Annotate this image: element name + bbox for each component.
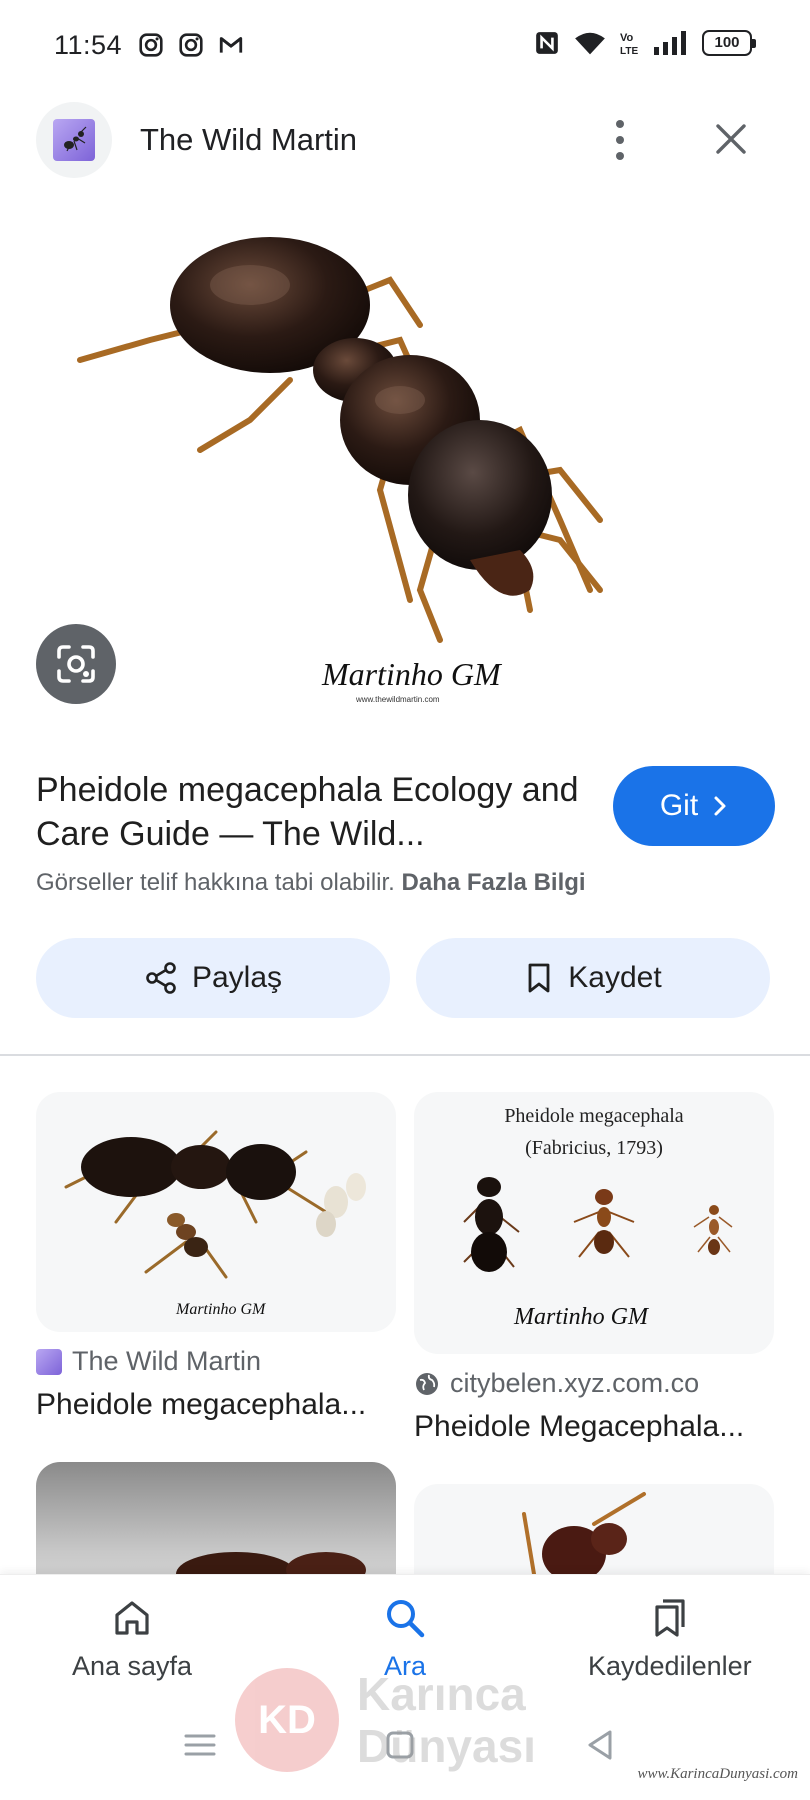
more-icon-dot <box>616 120 624 128</box>
more-options-button[interactable] <box>604 114 636 166</box>
nav-home-label: Ana sayfa <box>72 1651 193 1681</box>
hero-signature: Martinho GM <box>321 656 503 692</box>
divider <box>0 1054 810 1056</box>
home-icon <box>115 1601 149 1635</box>
svg-text:Vo: Vo <box>620 32 634 44</box>
result-source-name: The Wild Martin <box>72 1346 262 1376</box>
instagram-icon <box>139 33 163 57</box>
nav-search-label: Ara <box>383 1651 427 1681</box>
copyright-text: Görseller telif hakkına tabi olabilir. <box>36 869 395 896</box>
status-bar: 11:54 Vo LTE 100 <box>0 0 810 92</box>
status-app-icons <box>138 32 244 58</box>
more-icon-dot <box>616 152 624 160</box>
ant-icon <box>64 126 87 152</box>
globe-icon <box>416 1372 438 1395</box>
battery-icon: 100 <box>702 30 756 56</box>
google-lens-button[interactable] <box>36 624 116 704</box>
thumb-title-line1: Pheidole megacephala <box>504 1105 683 1127</box>
result-source[interactable]: The Wild Martin <box>36 1346 261 1377</box>
thumb-signature: Martinho GM <box>175 1301 267 1318</box>
result-caption[interactable]: Pheidole megacephala... <box>36 1388 396 1422</box>
home-system-icon[interactable] <box>380 1725 420 1765</box>
related-image-thumb[interactable]: Pheidole megacephala (Fabricius, 1793) M… <box>414 1092 774 1354</box>
go-button[interactable]: Git <box>613 766 775 846</box>
thumb-title-line2: (Fabricius, 1793) <box>525 1137 663 1159</box>
nav-saved[interactable]: Kaydedilenler <box>588 1595 752 1682</box>
related-image-thumb[interactable]: Martinho GM <box>36 1092 396 1332</box>
save-label: Kaydet <box>568 961 662 994</box>
recent-apps-icon[interactable] <box>180 1725 220 1765</box>
ant-photo: Martinho GM www.thewildmartin.com <box>77 237 603 704</box>
bookmark-icon <box>528 963 550 993</box>
result-source[interactable]: citybelen.xyz.com.co <box>414 1368 699 1399</box>
nav-saved-label: Kaydedilenler <box>588 1651 752 1681</box>
share-button[interactable]: Paylaş <box>36 938 390 1018</box>
wifi-icon <box>575 32 605 55</box>
saved-collections-icon <box>655 1599 685 1637</box>
result-caption[interactable]: Pheidole Megacephala... <box>414 1410 774 1444</box>
nfc-icon <box>536 32 558 54</box>
status-time: 11:54 <box>54 30 123 60</box>
status-system-icons: Vo LTE 100 <box>534 30 756 56</box>
share-icon <box>146 962 176 994</box>
thumb-signature: Martinho GM <box>513 1304 650 1330</box>
go-button-label: Git <box>659 789 699 822</box>
result-title[interactable]: Pheidole megacephala Ecology and Care Gu… <box>36 768 596 856</box>
save-button[interactable]: Kaydet <box>416 938 770 1018</box>
site-avatar[interactable] <box>36 102 112 178</box>
copyright-notice: Görseller telif hakkına tabi olabilir. D… <box>36 869 586 897</box>
site-favicon <box>36 1348 62 1375</box>
hero-image[interactable]: Martinho GM www.thewildmartin.com <box>0 190 810 730</box>
more-icon-dot <box>616 136 624 144</box>
search-icon <box>387 1600 425 1638</box>
share-label: Paylaş <box>191 961 283 994</box>
close-button[interactable] <box>706 114 756 164</box>
site-header: The Wild Martin <box>0 100 810 184</box>
result-source-name: citybelen.xyz.com.co <box>450 1368 700 1398</box>
gmail-icon <box>219 37 243 53</box>
hero-signature-url: www.thewildmartin.com <box>355 695 440 704</box>
ant-castes-photo: Pheidole megacephala (Fabricius, 1793) M… <box>463 1105 733 1330</box>
more-info-link[interactable]: Daha Fazla Bilgi <box>402 869 586 896</box>
ant-colony-photo: Martinho GM <box>64 1130 366 1318</box>
volte-icon: Vo LTE <box>620 32 638 56</box>
site-favicon <box>53 119 95 161</box>
signal-icon <box>654 31 686 55</box>
nav-search[interactable]: Ara <box>382 1595 428 1682</box>
back-icon[interactable] <box>580 1725 620 1765</box>
site-name[interactable]: The Wild Martin <box>140 122 357 158</box>
watermark-url: www.KarincaDunyasi.com <box>637 1766 798 1782</box>
instagram-icon <box>179 33 203 57</box>
chevron-right-icon <box>714 796 726 816</box>
svg-text:LTE: LTE <box>620 46 638 56</box>
nav-home[interactable]: Ana sayfa <box>72 1595 192 1682</box>
lens-icon <box>57 645 95 683</box>
